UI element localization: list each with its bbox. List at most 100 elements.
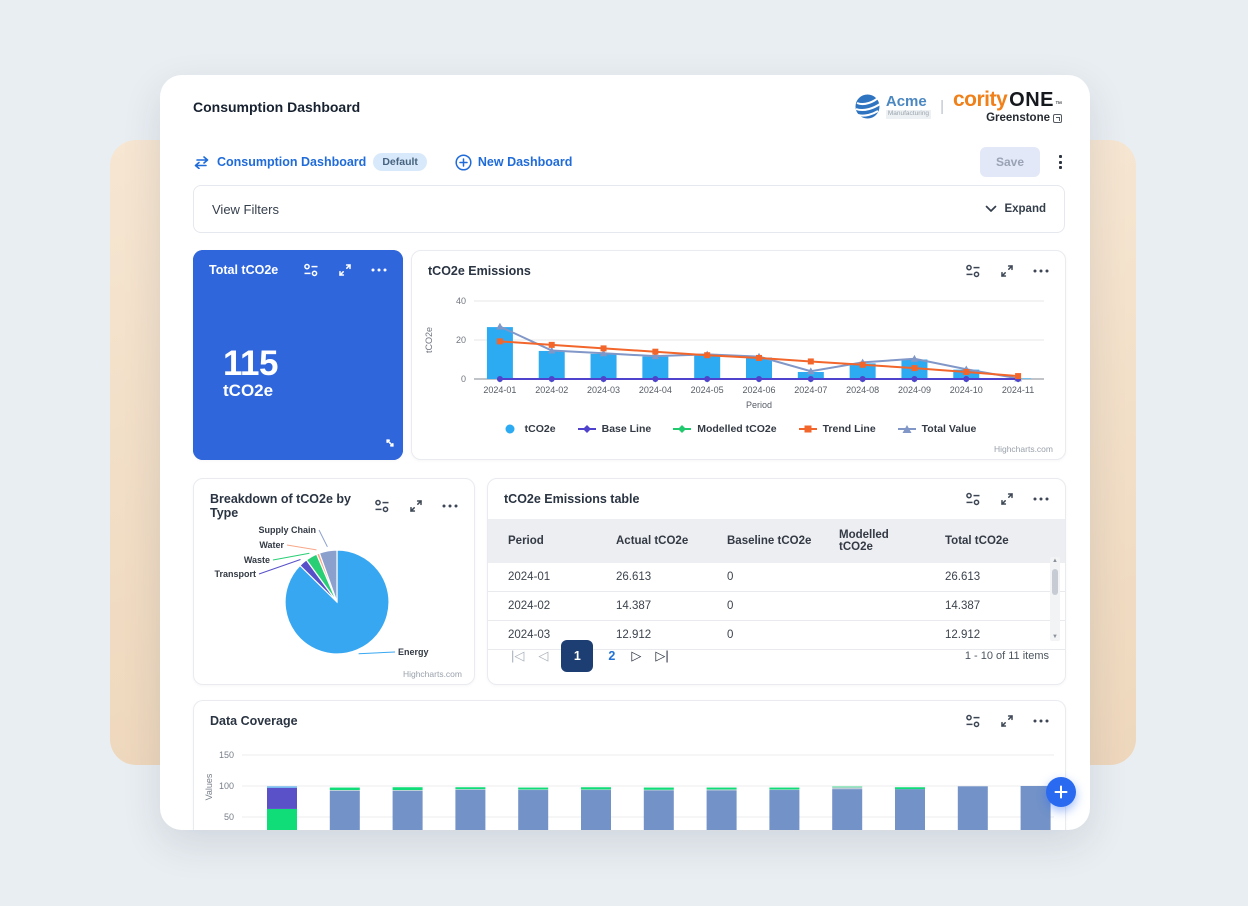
total-tco2e-card: Total tCO2e 115 [193, 250, 403, 460]
brand-logos: Acme Manufacturing | cority ONE ™ Greens… [854, 89, 1062, 124]
kpi-unit: tCO2e [223, 382, 278, 399]
table-title: tCO2e Emissions table [504, 492, 639, 506]
plus-circle-icon [455, 154, 472, 171]
logo-separator: | [940, 98, 944, 115]
svg-text:2024-09: 2024-09 [898, 385, 931, 395]
widget-menu-icon[interactable] [1033, 269, 1049, 273]
trademark: ™ [1055, 101, 1062, 108]
pie-label: Supply Chain [258, 525, 316, 535]
column-header[interactable]: Baseline tCO2e [707, 519, 819, 563]
expand-widget-icon[interactable] [1000, 714, 1014, 728]
svg-text:150: 150 [219, 750, 234, 760]
legend-item[interactable]: Modelled tCO2e [673, 423, 776, 435]
svg-text:2024-05: 2024-05 [691, 385, 724, 395]
table-scrollbar[interactable]: ▲ ▼ [1050, 557, 1060, 641]
swap-arrows-icon [193, 156, 210, 169]
widget-menu-icon[interactable] [1033, 497, 1049, 501]
scroll-up-icon[interactable]: ▲ [1050, 558, 1060, 564]
add-widget-button[interactable] [1046, 777, 1076, 807]
pie-label: Transport [214, 569, 256, 579]
highcharts-credit: Highcharts.com [403, 669, 462, 679]
new-dashboard-button[interactable]: New Dashboard [455, 154, 572, 171]
pie-label: Water [259, 540, 284, 550]
page-2-button[interactable]: 2 [599, 645, 624, 667]
svg-text:100: 100 [219, 781, 234, 791]
chevron-down-icon [985, 205, 997, 213]
expand-widget-icon[interactable] [338, 263, 352, 277]
kpi-title: Total tCO2e [209, 263, 278, 277]
prev-page-button[interactable]: ◁ [531, 644, 555, 668]
first-page-button[interactable]: |◁ [504, 644, 531, 668]
widget-settings-icon[interactable] [303, 263, 319, 277]
breakdown-pie-card: Breakdown of tCO2e by Type [193, 478, 475, 685]
page-title: Consumption Dashboard [193, 99, 360, 115]
kpi-value: 115 [223, 346, 278, 382]
save-button[interactable]: Save [980, 147, 1040, 177]
widget-menu-icon[interactable] [442, 504, 458, 508]
svg-text:2024-10: 2024-10 [950, 385, 983, 395]
one-wordmark: ONE [1009, 90, 1054, 111]
table-row[interactable]: 2024-0214.387014.387 [488, 592, 1065, 621]
dashboard-panel: Consumption Dashboard Acme Manufacturing… [160, 75, 1090, 830]
widget-settings-icon[interactable] [374, 499, 390, 513]
acme-subtitle: Manufacturing [886, 110, 931, 119]
svg-text:2024-11: 2024-11 [1002, 385, 1034, 395]
highcharts-credit: Highcharts.com [994, 444, 1053, 454]
page-1-button[interactable]: 1 [561, 640, 593, 672]
pie-label: Waste [244, 555, 270, 565]
widget-settings-icon[interactable] [965, 714, 981, 728]
svg-text:2024-04: 2024-04 [639, 385, 672, 395]
legend-item[interactable]: tCO2e [501, 423, 556, 435]
greenstone-icon [1053, 114, 1062, 123]
column-header[interactable]: Total tCO2e [925, 519, 1065, 563]
expand-filters-button[interactable]: Expand [985, 203, 1046, 215]
expand-widget-icon[interactable] [1000, 492, 1014, 506]
emissions-table-card: tCO2e Emissions table [487, 478, 1066, 685]
chart-legend: tCO2e Base Line Modelled tCO2e Trend Line To… [412, 423, 1065, 435]
table-row[interactable]: 2024-0126.613026.613 [488, 563, 1065, 592]
cority-one-logo: cority ONE ™ Greenstone [953, 89, 1062, 124]
svg-text:2024-02: 2024-02 [535, 385, 568, 395]
legend-item[interactable]: Total Value [898, 423, 977, 435]
dashboard-tabbar: Consumption Dashboard Default New Dashbo… [193, 145, 1065, 179]
last-page-button[interactable]: ▷| [648, 644, 675, 668]
scrollbar-thumb[interactable] [1052, 569, 1058, 595]
pagination-summary: 1 - 10 of 11 items [965, 650, 1049, 662]
svg-text:Period: Period [746, 400, 772, 410]
pie-label: Energy [398, 647, 429, 657]
column-header[interactable]: Modelled tCO2e [819, 519, 925, 563]
breakdown-pie-chart: Energy Transport Waste Water Supply Chain [194, 513, 476, 673]
column-header[interactable]: Actual tCO2e [596, 519, 707, 563]
resize-handle-icon[interactable] [384, 436, 396, 454]
emissions-title: tCO2e Emissions [428, 264, 531, 278]
expand-widget-icon[interactable] [1000, 264, 1014, 278]
svg-text:2024-06: 2024-06 [742, 385, 775, 395]
expand-widget-icon[interactable] [409, 499, 423, 513]
svg-text:50: 50 [224, 812, 234, 822]
svg-text:0: 0 [461, 374, 466, 384]
emissions-table: PeriodActual tCO2eBaseline tCO2eModelled… [488, 519, 1065, 650]
acme-globe-icon [854, 93, 881, 120]
acme-logo: Acme Manufacturing [854, 93, 931, 120]
widget-menu-icon[interactable] [1033, 719, 1049, 723]
svg-text:tCO2e: tCO2e [424, 327, 434, 353]
table-header-row: PeriodActual tCO2eBaseline tCO2eModelled… [488, 519, 1065, 563]
tab-label: Consumption Dashboard [217, 155, 366, 169]
svg-text:2024-08: 2024-08 [846, 385, 879, 395]
legend-item[interactable]: Base Line [578, 423, 652, 435]
legend-item[interactable]: Trend Line [799, 423, 876, 435]
tco2e-emissions-card: tCO2e Emissions 02040tCO2 [411, 250, 1066, 460]
table-pagination: |◁ ◁ 1 2 ▷ ▷| 1 - 10 of 11 items [504, 640, 1049, 672]
svg-text:2024-03: 2024-03 [587, 385, 620, 395]
widget-settings-icon[interactable] [965, 492, 981, 506]
emissions-chart: 02040tCO2e2024-012024-022024-032024-0420… [416, 287, 1064, 419]
widget-menu-icon[interactable] [371, 268, 387, 272]
next-page-button[interactable]: ▷ [624, 644, 648, 668]
widget-settings-icon[interactable] [965, 264, 981, 278]
column-header[interactable]: Period [488, 519, 596, 563]
coverage-title: Data Coverage [210, 714, 298, 728]
new-dashboard-label: New Dashboard [478, 155, 572, 169]
tab-consumption-dashboard[interactable]: Consumption Dashboard Default [193, 153, 427, 171]
more-options-icon[interactable] [1056, 152, 1065, 172]
scroll-down-icon[interactable]: ▼ [1050, 634, 1060, 640]
